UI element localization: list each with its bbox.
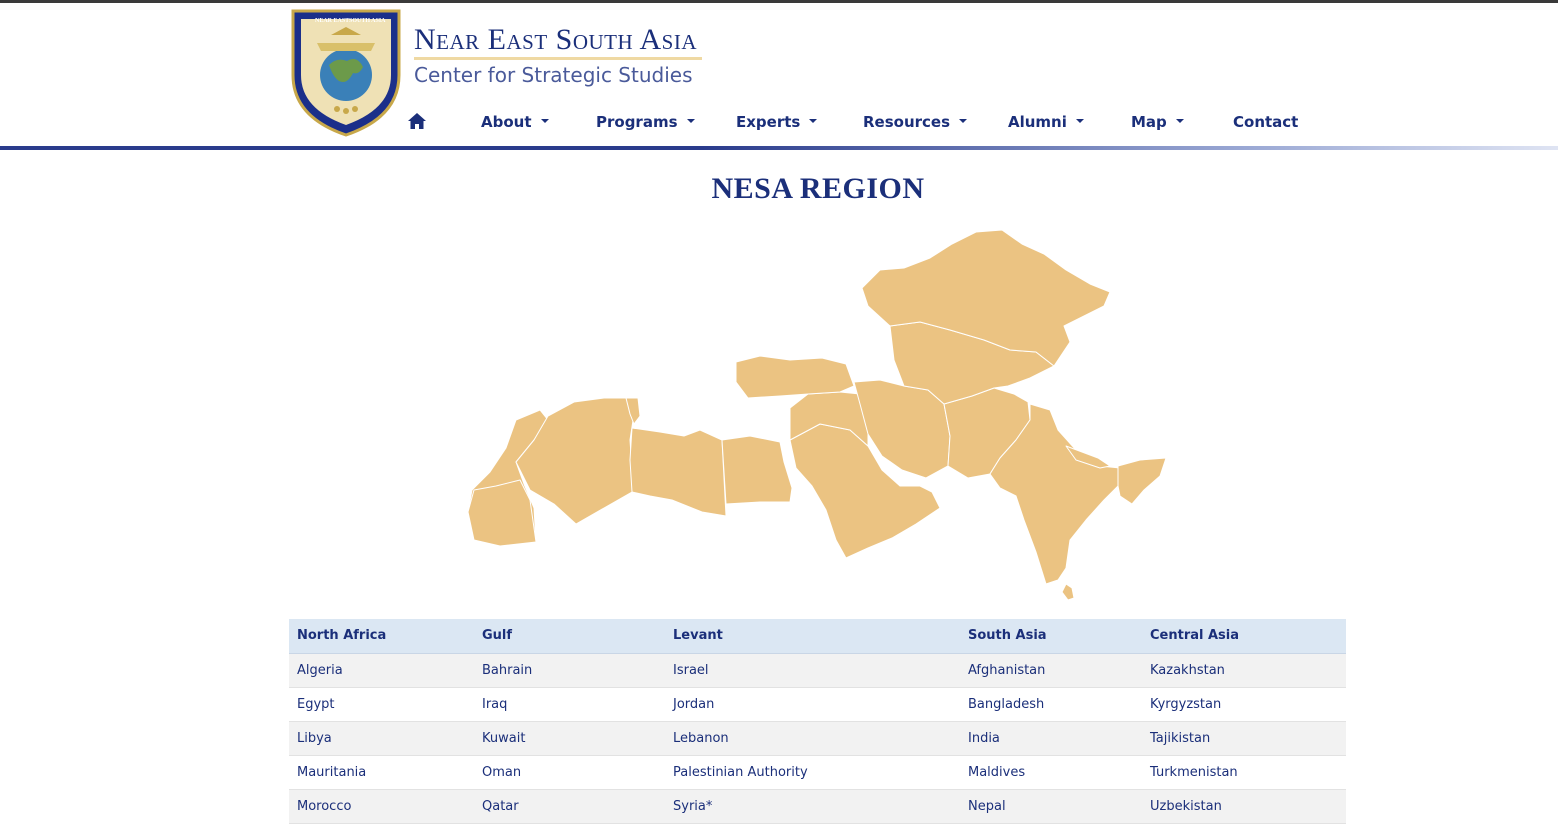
nav-contact-label: Contact (1233, 113, 1299, 131)
page-title: NESA REGION (711, 172, 925, 205)
nav-about[interactable]: About (481, 108, 549, 136)
table-cell[interactable]: Algeria (289, 653, 474, 688)
table-cell[interactable]: Kyrgyzstan (1142, 687, 1346, 722)
table-cell[interactable]: Afghanistan (960, 653, 1142, 688)
table-header-row: North Africa Gulf Levant South Asia Cent… (289, 619, 1346, 654)
nav-map-label: Map (1131, 113, 1167, 131)
table-cell[interactable]: Libya (289, 721, 474, 756)
table-cell[interactable]: Bahrain (474, 653, 665, 688)
table-cell[interactable]: India (960, 721, 1142, 756)
nav-alumni[interactable]: Alumni (1008, 108, 1084, 136)
table-cell[interactable]: Maldives (960, 755, 1142, 790)
nav-programs[interactable]: Programs (596, 108, 695, 136)
table-row: Libya Kuwait Lebanon India Tajikistan (289, 721, 1346, 756)
nav-resources-label: Resources (863, 113, 951, 131)
table-cell[interactable]: Qatar (474, 789, 665, 824)
table-row: Morocco Qatar Syria* Nepal Uzbekistan (289, 789, 1346, 824)
map-region-libya (629, 427, 727, 517)
table-cell[interactable]: Turkmenistan (1142, 755, 1346, 790)
map-region-bangladesh (1117, 457, 1167, 505)
column-header: Levant (665, 619, 960, 654)
nav-alumni-label: Alumni (1008, 113, 1067, 131)
svg-text:SOUTH ASIA: SOUTH ASIA (349, 18, 386, 24)
table-cell[interactable]: Jordan (665, 687, 960, 722)
brand-subtitle[interactable]: Center for Strategic Studies (414, 63, 693, 87)
table-cell[interactable]: Nepal (960, 789, 1142, 824)
chevron-down-icon (540, 118, 549, 123)
map-region-turkey (735, 355, 855, 399)
table-cell[interactable]: Oman (474, 755, 665, 790)
table-cell[interactable]: Uzbekistan (1142, 789, 1346, 824)
table-row: Egypt Iraq Jordan Bangladesh Kyrgyzstan (289, 687, 1346, 722)
table-row: Algeria Bahrain Israel Afghanistan Kazak… (289, 653, 1346, 688)
table-cell[interactable]: Kazakhstan (1142, 653, 1346, 688)
table-cell[interactable]: Iraq (474, 687, 665, 722)
chevron-down-icon (809, 118, 818, 123)
table-cell[interactable]: Palestinian Authority (665, 755, 960, 790)
table-cell[interactable]: Bangladesh (960, 687, 1142, 722)
svg-text:NEAR EAST: NEAR EAST (315, 18, 349, 24)
region-table: North Africa Gulf Levant South Asia Cent… (289, 619, 1346, 824)
table-cell[interactable]: Lebanon (665, 721, 960, 756)
nav-programs-label: Programs (596, 113, 678, 131)
chevron-down-icon (1075, 118, 1084, 123)
nav-experts[interactable]: Experts (736, 108, 818, 136)
table-cell[interactable]: Egypt (289, 687, 474, 722)
table-row: Mauritania Oman Palestinian Authority Ma… (289, 755, 1346, 790)
nesa-region-map[interactable] (460, 222, 1180, 608)
map-region-egypt (721, 435, 793, 505)
chevron-down-icon (1175, 118, 1184, 123)
map-region-sri-lanka (1061, 583, 1075, 601)
nav-resources[interactable]: Resources (863, 108, 968, 136)
nav-experts-label: Experts (736, 113, 801, 131)
table-cell[interactable]: Syria* (665, 789, 960, 824)
table-cell[interactable]: Tajikistan (1142, 721, 1346, 756)
brand-underline (414, 57, 702, 60)
header-divider (0, 146, 1558, 150)
table-cell[interactable]: Kuwait (474, 721, 665, 756)
table-cell[interactable]: Morocco (289, 789, 474, 824)
column-header: Gulf (474, 619, 665, 654)
table-cell[interactable]: Israel (665, 653, 960, 688)
chevron-down-icon (959, 118, 968, 123)
nav-contact[interactable]: Contact (1233, 108, 1298, 136)
column-header: South Asia (960, 619, 1142, 654)
nav-about-label: About (481, 113, 532, 131)
brand-title[interactable]: Near East South Asia (414, 23, 697, 57)
nav-map[interactable]: Map (1131, 108, 1184, 136)
table-cell[interactable]: Mauritania (289, 755, 474, 790)
column-header: Central Asia (1142, 619, 1346, 654)
column-header: North Africa (289, 619, 474, 654)
chevron-down-icon (686, 118, 695, 123)
main-nav: About Programs Experts Resources Alumni … (0, 108, 1558, 136)
